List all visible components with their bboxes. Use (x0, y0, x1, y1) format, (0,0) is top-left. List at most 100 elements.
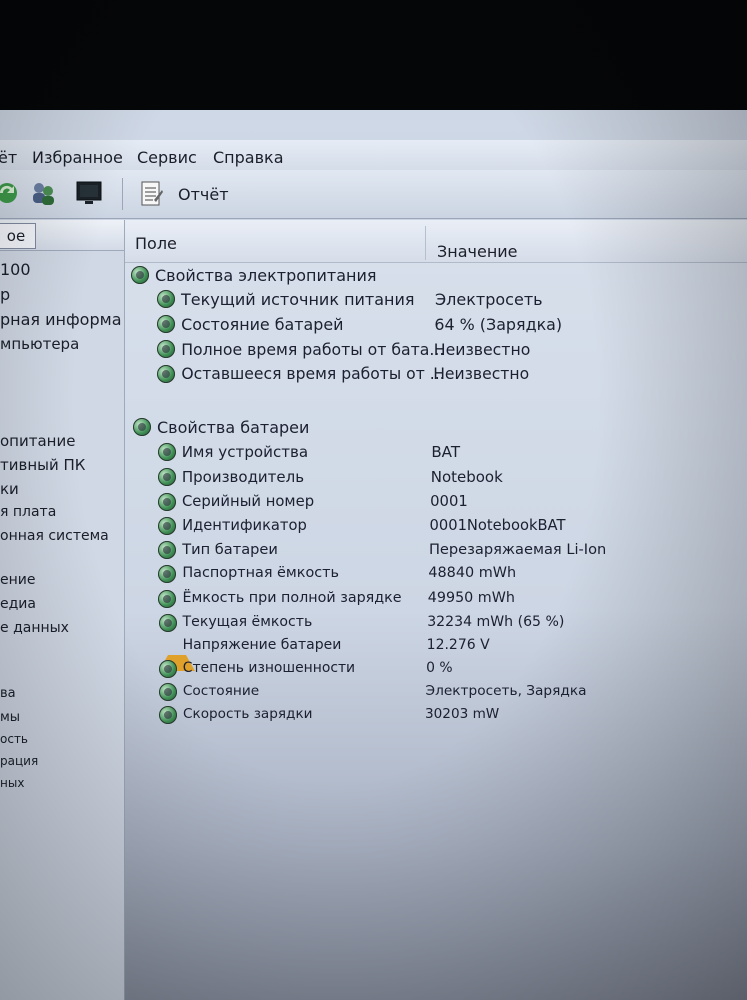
column-header: Поле Значение (125, 220, 747, 263)
tree-item[interactable]: е данных (0, 620, 69, 636)
menu-tab[interactable]: ое (0, 223, 36, 249)
application-window: ёт Избранное Сервис Справка Отчёт ое 100… (0, 110, 747, 1000)
field-value: 49950 mWh (427, 590, 515, 606)
refresh-icon[interactable] (0, 180, 20, 206)
field-name: Идентификатор (182, 517, 307, 534)
field-name: Состояние батарей (181, 315, 344, 334)
field-name: Производитель (181, 468, 305, 486)
tree-item[interactable]: рация (0, 754, 38, 768)
gear-icon (158, 565, 177, 583)
group-title: Свойства электропитания (155, 266, 377, 285)
table-row[interactable]: Ёмкость при полной зарядке 49950 mWh (125, 588, 747, 610)
tree-item[interactable]: опитание (0, 432, 75, 450)
gear-icon (157, 365, 176, 383)
field-value: 48840 mWh (428, 565, 517, 581)
menu-report[interactable]: ёт (0, 148, 17, 167)
field-value: Неизвестно (433, 365, 530, 383)
report-icon[interactable] (140, 180, 164, 208)
tree-item[interactable]: мпьютера (0, 335, 79, 353)
field-value: Notebook (430, 468, 503, 486)
table-row[interactable]: Степень изношенности 0 % (125, 658, 747, 680)
field-name: Имя устройства (181, 443, 309, 461)
field-name: Оставшееся время работы от ... (181, 365, 445, 383)
field-value: 12.276 V (426, 637, 490, 653)
field-name: Тип батареи (182, 541, 278, 558)
tree-item[interactable]: ение (0, 572, 35, 588)
gear-icon (158, 614, 177, 632)
field-value: 0001 (430, 493, 468, 510)
table-row[interactable]: Имя устройства BAT (125, 441, 747, 463)
tree-item[interactable]: р (0, 285, 10, 304)
field-value: 64 % (Зарядка) (434, 315, 563, 334)
tree-item[interactable]: рная информа (0, 310, 122, 329)
table-row[interactable]: Текущий источник питания Электросеть (125, 288, 747, 310)
tree-item[interactable]: 100 (0, 260, 31, 279)
tree-item[interactable]: ки (0, 480, 19, 498)
toolbar-separator (122, 178, 123, 210)
gear-icon (157, 290, 175, 308)
table-row[interactable]: Серийный номер 0001 (125, 491, 747, 513)
table-row[interactable]: Производитель Notebook (125, 466, 747, 488)
field-name: Паспортная ёмкость (182, 565, 340, 581)
field-name: Степень изношенности (182, 660, 356, 676)
gear-icon (157, 468, 176, 486)
group-gear-icon (133, 418, 151, 436)
field-value: Неизвестно (433, 340, 531, 359)
field-name: Текущий источник питания (181, 290, 415, 309)
tree-item[interactable]: ных (0, 776, 24, 790)
gear-icon (158, 517, 177, 535)
field-value: Электросеть, Зарядка (425, 683, 587, 699)
table-row[interactable]: Оставшееся время работы от ... Неизвестно (125, 363, 747, 385)
navigation-tree: ое 100 р рная информа мпьютера опитание тивны… (0, 220, 125, 1000)
menu-service[interactable]: Сервис (137, 148, 197, 167)
gear-icon (159, 706, 177, 724)
table-row[interactable]: Напряжение батареи 12.276 V (125, 635, 747, 671)
gear-icon (157, 315, 176, 333)
tree-item[interactable]: онная система (0, 528, 109, 544)
gear-icon (158, 660, 177, 678)
field-name: Текущая ёмкость (182, 614, 313, 630)
field-name: Ёмкость при полной зарядке (182, 590, 402, 606)
report-button[interactable]: Отчёт (178, 185, 229, 204)
field-value: 0001NotebookBAT (429, 517, 566, 534)
toolbar: Отчёт (0, 170, 747, 219)
group-header[interactable]: Свойства батареи (125, 416, 747, 438)
menu-bar: ёт Избранное Сервис Справка (0, 140, 747, 171)
tree-item[interactable]: едиа (0, 596, 36, 612)
gear-icon (157, 493, 176, 511)
table-row[interactable]: Полное время работы от бата... Неизвестно (125, 338, 747, 360)
column-divider[interactable] (425, 226, 426, 260)
gear-icon (157, 340, 176, 358)
gear-icon (158, 590, 177, 608)
gear-icon (158, 683, 177, 701)
field-value: 32234 mWh (65 %) (427, 614, 565, 630)
monitor-icon[interactable] (76, 180, 102, 206)
table-row[interactable]: Состояние батарей 64 % (Зарядка) (125, 313, 747, 335)
field-name: Скорость зарядки (183, 706, 313, 722)
table-row[interactable]: Состояние Электросеть, Зарядка (125, 681, 747, 703)
table-row[interactable]: Идентификатор 0001NotebookBAT (125, 515, 747, 537)
users-icon[interactable] (30, 180, 56, 206)
menu-help[interactable]: Справка (213, 148, 284, 167)
table-row[interactable]: Тип батареи Перезаряжаемая Li-Ion (125, 539, 747, 561)
table-row[interactable]: Текущая ёмкость 32234 mWh (65 %) (125, 612, 747, 634)
column-value[interactable]: Значение (437, 242, 518, 261)
field-name: Напряжение батареи (182, 637, 342, 653)
field-name: Полное время работы от бата... (181, 340, 445, 359)
group-header[interactable]: Свойства электропитания (125, 264, 747, 286)
gear-icon (157, 443, 176, 461)
column-field[interactable]: Поле (135, 234, 177, 253)
gear-icon (158, 541, 177, 559)
field-value: 30203 mW (425, 706, 500, 722)
field-value: Перезаряжаемая Li-Ion (428, 541, 607, 558)
tree-item[interactable]: тивный ПК (0, 456, 85, 474)
field-name: Состояние (182, 683, 260, 699)
menu-favorites[interactable]: Избранное (32, 148, 123, 167)
tree-item[interactable]: мы (0, 710, 20, 725)
table-row[interactable]: Скорость зарядки 30203 mW (125, 704, 747, 726)
tree-item[interactable]: ость (0, 732, 28, 746)
tree-item[interactable]: ва (0, 686, 16, 701)
table-row[interactable]: Паспортная ёмкость 48840 mWh (125, 563, 747, 585)
tree-item[interactable]: я плата (0, 504, 56, 520)
group-title: Свойства батареи (157, 418, 310, 437)
